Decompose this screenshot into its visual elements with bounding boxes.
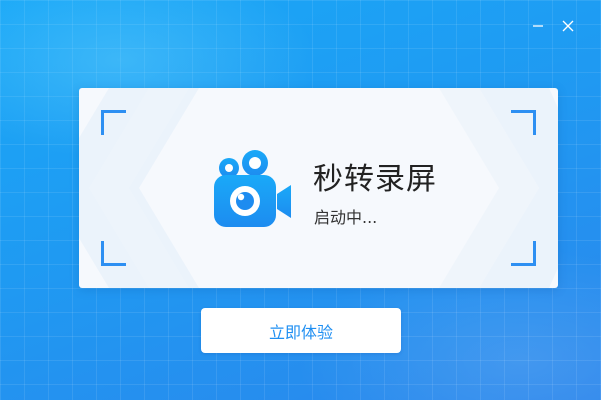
close-button[interactable] xyxy=(556,14,580,38)
frame-corner-bottom-left xyxy=(101,241,126,266)
frame-corner-top-left xyxy=(101,110,126,135)
splash-window: 秒转录屏 启动中... 立即体验 xyxy=(0,0,601,400)
app-name: 秒转录屏 xyxy=(313,162,437,197)
frame-corner-bottom-right xyxy=(511,241,536,266)
minimize-button[interactable] xyxy=(526,14,550,38)
try-now-button[interactable]: 立即体验 xyxy=(201,308,401,353)
video-camera-icon xyxy=(214,150,291,227)
frame-corner-top-right xyxy=(511,110,536,135)
splash-card: 秒转录屏 启动中... xyxy=(79,88,558,288)
minimize-icon xyxy=(533,25,543,27)
startup-status: 启动中... xyxy=(314,208,378,227)
close-icon xyxy=(562,20,574,32)
